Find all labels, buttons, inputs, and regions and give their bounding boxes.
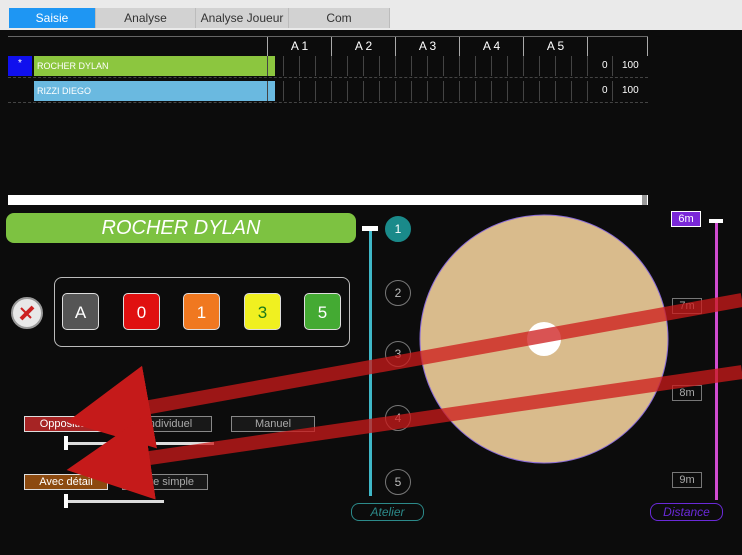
tab-bar: Saisie Analyse Analyse Joueur Com xyxy=(0,0,742,30)
tab-analyse[interactable]: Analyse xyxy=(96,8,196,28)
atelier-label: Atelier xyxy=(351,503,424,521)
atelier-slider-knob[interactable] xyxy=(362,226,378,231)
row-selected-marker: * xyxy=(8,56,32,76)
atelier-option-1[interactable]: 1 xyxy=(385,216,411,242)
total-value: 100 xyxy=(622,85,639,96)
scrollbar-thumb[interactable] xyxy=(642,195,647,205)
distance-option-9m[interactable]: 9m xyxy=(672,472,702,488)
table-row[interactable]: * ROCHER DYLAN 0 100 xyxy=(8,56,648,78)
detail-slider-track[interactable] xyxy=(64,500,164,503)
atelier-option-3[interactable]: 3 xyxy=(385,341,411,367)
atelier-slider-track[interactable] xyxy=(369,228,372,496)
score-button-a[interactable]: A xyxy=(62,293,99,330)
compass-icon[interactable] xyxy=(11,297,43,329)
header-a1: A 1 xyxy=(267,37,331,56)
tab-analyse-joueur[interactable]: Analyse Joueur xyxy=(196,8,289,28)
distance-slider-track[interactable] xyxy=(715,220,718,500)
score-value: 0 xyxy=(602,60,608,71)
atelier-option-4[interactable]: 4 xyxy=(385,405,411,431)
distance-slider-knob[interactable] xyxy=(709,219,723,223)
header-a5: A 5 xyxy=(523,37,587,56)
header-a2: A 2 xyxy=(331,37,395,56)
table-row[interactable]: RIZZI DIEGO 0 100 xyxy=(8,81,648,103)
distance-option-8m[interactable]: 8m xyxy=(672,385,702,401)
score-button-5[interactable]: 5 xyxy=(304,293,341,330)
score-value: 0 xyxy=(602,85,608,96)
manuel-button[interactable]: Manuel xyxy=(231,416,315,432)
opposition-button[interactable]: Opposition xyxy=(24,416,108,432)
horizontal-scrollbar[interactable] xyxy=(8,195,648,205)
distance-label: Distance xyxy=(650,503,723,521)
current-player-name: ROCHER DYLAN xyxy=(6,213,356,243)
tab-saisie[interactable]: Saisie xyxy=(9,8,96,28)
atelier-option-2[interactable]: 2 xyxy=(385,280,411,306)
distance-option-6m[interactable]: 6m xyxy=(671,211,701,227)
score-button-1[interactable]: 1 xyxy=(183,293,220,330)
total-value: 100 xyxy=(622,60,639,71)
score-button-0[interactable]: 0 xyxy=(123,293,160,330)
note-simple-button[interactable]: Note simple xyxy=(122,474,208,490)
header-a4: A 4 xyxy=(459,37,523,56)
score-button-3[interactable]: 3 xyxy=(244,293,281,330)
individuel-button[interactable]: Individuel xyxy=(126,416,212,432)
mode-slider-knob[interactable] xyxy=(64,436,68,450)
header-total xyxy=(587,37,648,56)
target-circle[interactable] xyxy=(418,213,670,465)
tab-com[interactable]: Com xyxy=(289,8,390,28)
row-marker xyxy=(8,81,32,101)
header-a3: A 3 xyxy=(395,37,459,56)
atelier-option-5[interactable]: 5 xyxy=(385,469,411,495)
avec-detail-button[interactable]: Avec détail xyxy=(24,474,108,490)
player-name-cell[interactable]: ROCHER DYLAN xyxy=(34,56,275,76)
mode-slider-track[interactable] xyxy=(64,442,214,445)
detail-slider-knob[interactable] xyxy=(64,494,68,508)
distance-option-7m[interactable]: 7m xyxy=(672,298,702,314)
player-name-cell[interactable]: RIZZI DIEGO xyxy=(34,81,275,101)
